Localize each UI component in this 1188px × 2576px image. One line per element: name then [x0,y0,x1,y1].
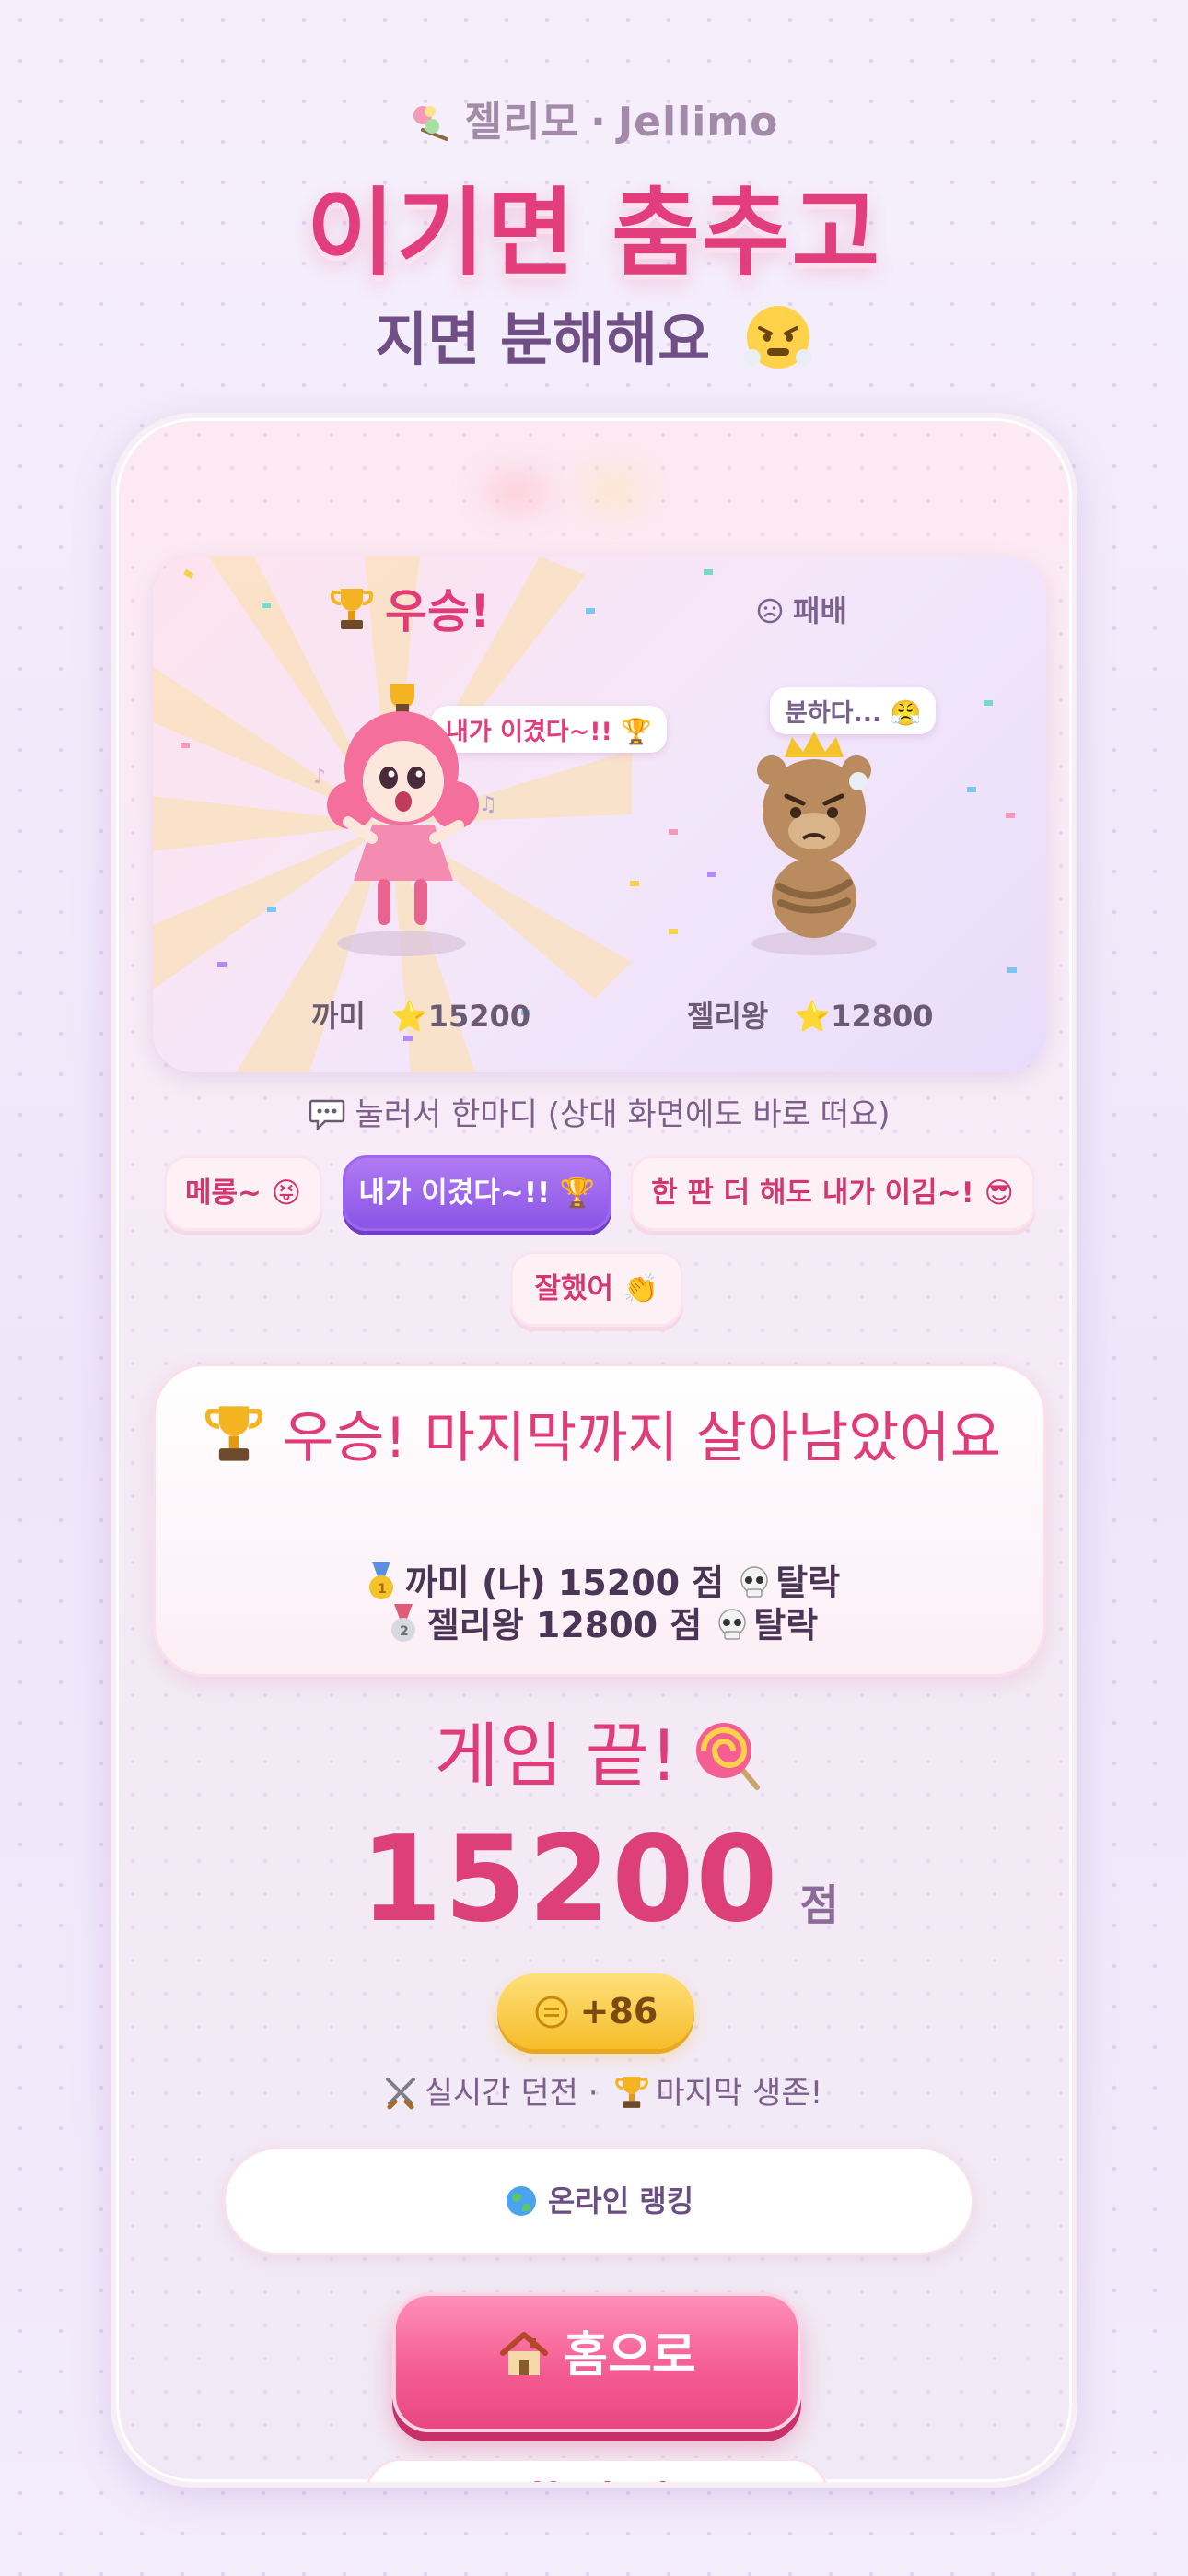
steam-face-icon [743,306,812,369]
result-title: 우승! 마지막까지 살아남았어요 [156,1401,1049,1474]
game-over-title: 게임 끝! [116,1699,1072,1800]
game-mode-a: 실시간 던전 [424,2075,578,2112]
blur-decoration [484,474,549,510]
loser-name: 젤리왕 [687,999,769,1034]
brand-name-en: Jellimo [617,99,779,146]
loser-nameplate: 젤리왕 ⭐12800 [687,993,934,1036]
crossed-swords-icon [385,2078,415,2110]
brand-separator: · [590,99,607,146]
phone-frame: 우승! 패배 내가 이겼다~!! 🏆 분하다... 😤 ♪ ♫ 까미 ⭐1520… [111,413,1077,2488]
chat-chip-i-won[interactable]: 내가 이겼다~!! 🏆 [343,1155,611,1231]
coin-reward-value: +86 [579,1991,658,2032]
winner-nameplate: 까미 ⭐15200 [311,993,530,1036]
svg-text:2: 2 [400,1624,409,1639]
home-button-label: 홈으로 [564,2328,696,2383]
coin-reward-badge: +86 [497,1973,694,2049]
chat-chip-good-job[interactable]: 잘했어 👏 [510,1251,683,1327]
star-icon: ⭐ [794,999,832,1034]
skull-icon [740,1566,769,1598]
result-title-text: 우승! 마지막까지 살아남았어요 [283,1406,1001,1470]
house-icon [500,2332,549,2375]
lollipop-icon [696,1723,761,1790]
online-ranking-button[interactable]: 온라인 랭킹 [223,2147,974,2255]
winner-tag-label: 우승! [385,585,491,638]
game-mode-line: 실시간 던전 · 마지막 생존! [116,2067,1072,2113]
winner-tag: 우승! [330,575,491,641]
skull-icon [718,1609,747,1640]
subline-text: 지면 분해해요 [375,306,711,373]
star-icon: ⭐ [390,999,428,1034]
quick-chat-prompt-text: 눌러서 한마디 (상대 화면에도 바로 떠요) [355,1096,891,1133]
result-row: 2 젤리왕 12800 점 탈락 [156,1597,1049,1647]
winner-score: 15200 [427,999,531,1034]
lollipop-icon [413,106,448,141]
trophy-icon [204,1406,263,1461]
silver-medal-icon: 2 [390,1604,415,1642]
quick-chat-prompt: 눌러서 한마디 (상대 화면에도 바로 떠요) [116,1089,1072,1134]
result-card: 우승! 마지막까지 살아남았어요 1 까미 (나) 15200 점 탈락 2 젤… [153,1364,1046,1677]
loser-character [751,732,877,955]
chat-chip-rematch[interactable]: 한 판 더 해도 내가 이김~! 😎 [630,1155,1035,1231]
result-row-text: 젤리왕 12800 점 [426,1605,703,1645]
game-mode-b: 마지막 생존! [656,2075,823,2112]
chat-chip-tease[interactable]: 메롱~ 😝 [164,1155,322,1231]
svg-text:♪: ♪ [313,766,326,789]
svg-text:♫: ♫ [479,793,497,816]
game-mode-separator: · [588,2075,599,2112]
winner-character: ♪ ♫ [313,684,497,956]
blur-decoration [586,472,641,509]
svg-text:1: 1 [378,1582,387,1597]
play-again-button[interactable]: 한 판 더 [365,2458,829,2482]
subline: 지면 분해해요 [0,293,1188,376]
coin-icon [535,1996,568,2029]
online-ranking-label: 온라인 랭킹 [547,2184,694,2219]
loser-score: 12800 [831,999,934,1034]
app-brand: 젤리모 · Jellimo [0,88,1188,147]
trophy-icon [615,2077,649,2108]
final-score: 15200 점 [116,1811,1072,1949]
winner-name: 까미 [311,999,366,1034]
result-row-status: 탈락 [753,1605,819,1645]
loser-tag-label: 패배 [793,593,847,628]
headline: 이기면 춤추고 [306,177,882,289]
final-score-value: 15200 [360,1811,780,1949]
speech-bubble-icon [309,1099,345,1130]
final-score-unit: 점 [799,1880,839,1930]
loser-tag: 패배 [756,588,847,630]
trophy-icon [330,589,374,629]
battle-card: 우승! 패배 내가 이겼다~!! 🏆 분하다... 😤 ♪ ♫ 까미 ⭐1520… [153,556,1046,1072]
frown-icon [757,598,783,624]
game-over-text: 게임 끝! [434,1715,679,1797]
globe-icon [506,2186,536,2216]
play-again-label: 한 판 더 [524,2477,670,2482]
brand-name-ko: 젤리모 [464,99,580,146]
home-button[interactable]: 홈으로 [392,2292,801,2432]
